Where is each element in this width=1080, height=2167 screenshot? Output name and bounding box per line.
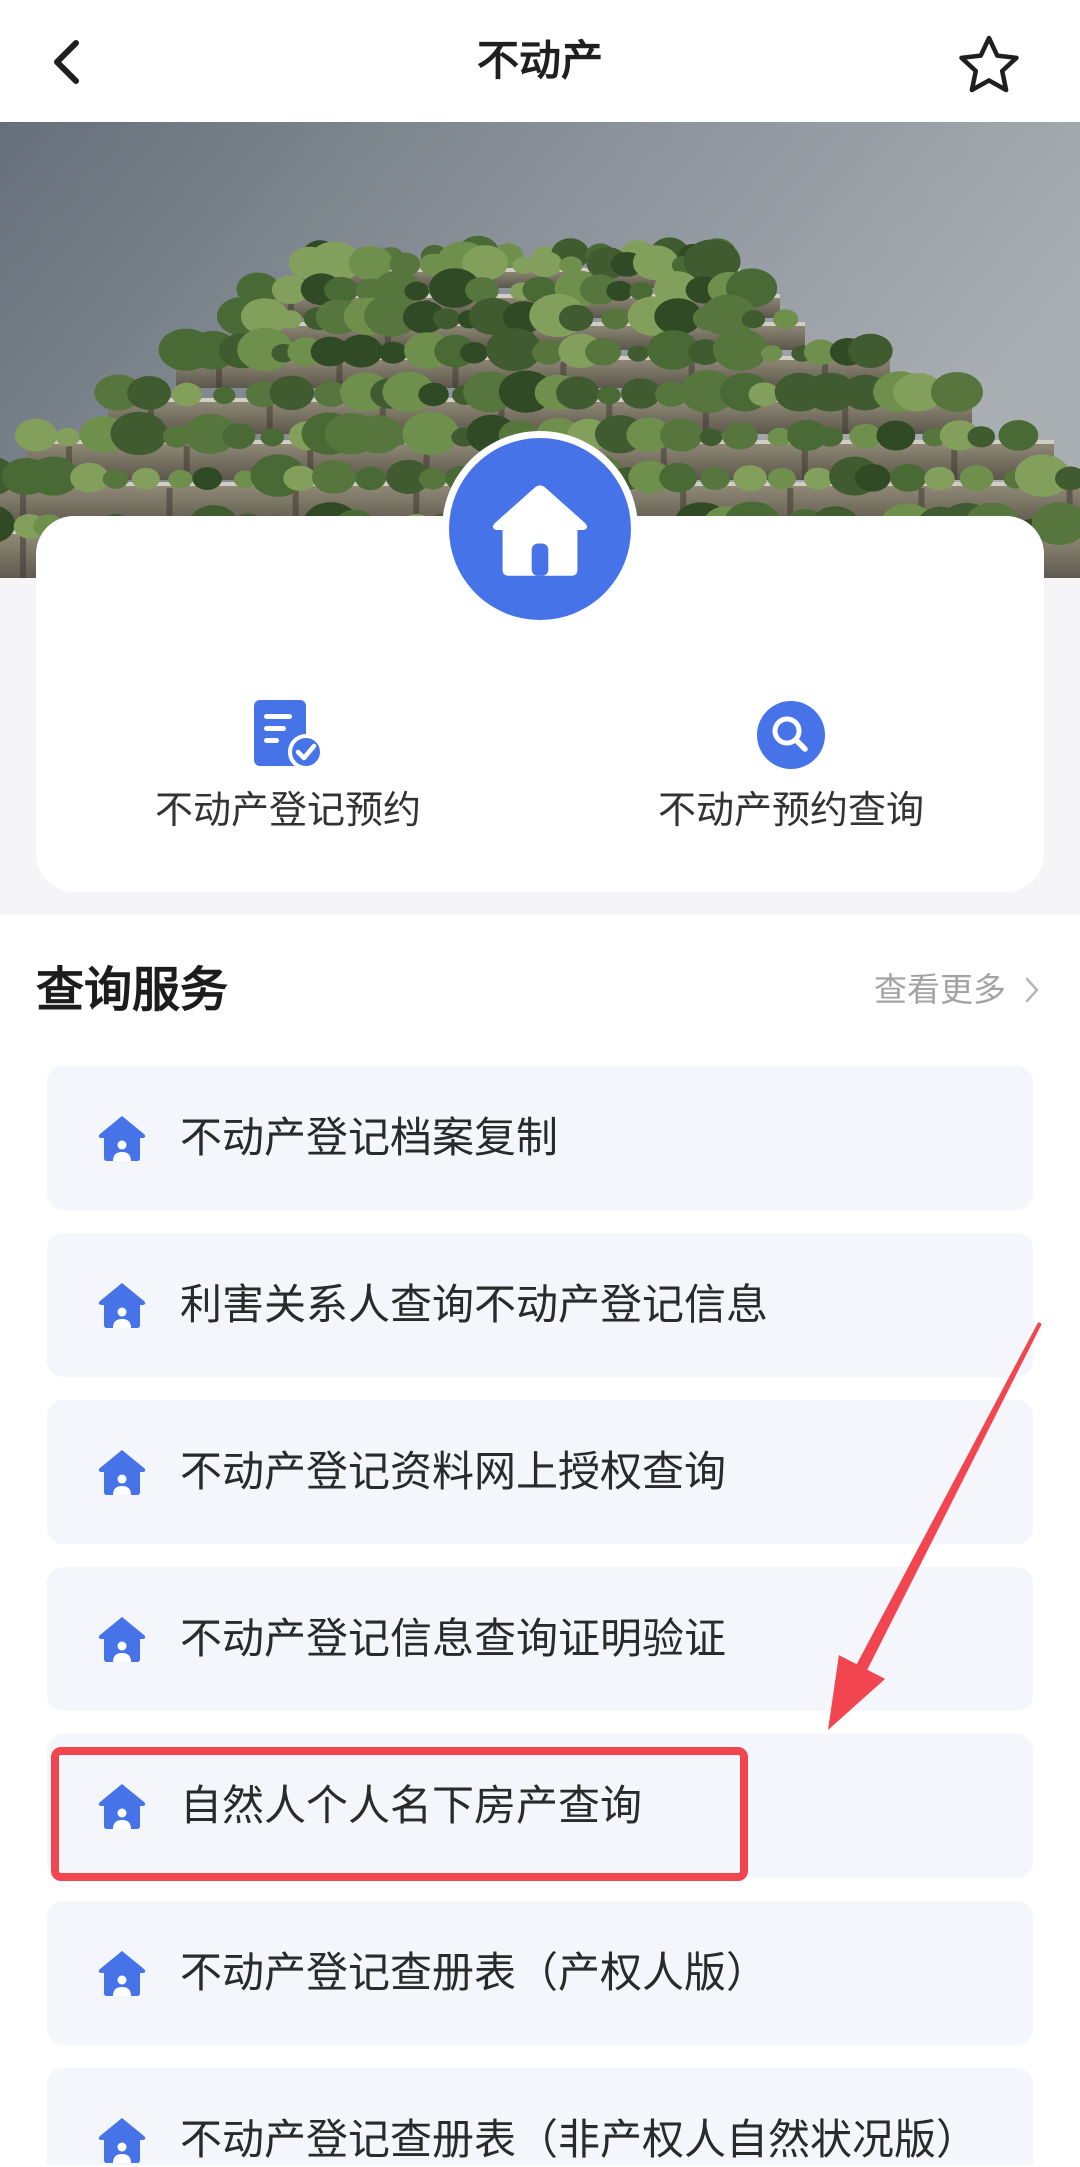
- service-item-label: 不动产登记查册表（非产权人自然状况版）: [180, 2115, 979, 2164]
- greenery: [192, 467, 223, 490]
- greenery: [402, 411, 459, 456]
- registration-appointment-button[interactable]: 不动产登记预约: [78, 686, 498, 856]
- greenery: [432, 308, 461, 330]
- greenery: [418, 382, 449, 407]
- query-services-list: 不动产登记档案复制 利害关系人查询不动产登记信息 不动产登记资料网上授权查询 不…: [47, 1066, 1033, 2167]
- badge-circle: [449, 438, 631, 620]
- chevron-right-icon: [1025, 977, 1039, 1003]
- greenery: [733, 465, 767, 492]
- greenery: [404, 281, 429, 301]
- action-label: 不动产登记预约: [154, 788, 421, 832]
- service-item-label: 不动产登记资料网上授权查询: [180, 1447, 727, 1496]
- service-item-interested-party-query[interactable]: 利害关系人查询不动产登记信息: [47, 1233, 1033, 1377]
- greenery: [621, 378, 661, 409]
- greenery: [269, 375, 315, 411]
- view-more-link[interactable]: 查看更多: [860, 960, 1050, 1020]
- top-nav-bar: 不动产: [0, 0, 1080, 122]
- greenery: [171, 382, 203, 407]
- greenery: [324, 276, 359, 304]
- greenery: [312, 460, 356, 494]
- greenery: [876, 420, 916, 451]
- house-icon: [98, 1283, 146, 1328]
- service-item-certificate-verification[interactable]: 不动产登记信息查询证明验证: [47, 1567, 1033, 1711]
- appointment-query-button[interactable]: 不动产预约查询: [581, 686, 1001, 856]
- greenery: [889, 463, 927, 492]
- greenery: [924, 466, 955, 491]
- greenery: [355, 466, 386, 491]
- back-button[interactable]: [40, 36, 92, 88]
- greenery: [761, 345, 783, 362]
- greenery: [699, 428, 723, 447]
- greenery: [597, 386, 621, 405]
- house-icon: [98, 1617, 146, 1662]
- greenery: [14, 418, 58, 452]
- search-icon: [757, 701, 825, 769]
- terrace-pillar: [20, 536, 26, 578]
- action-label: 不动产预约查询: [657, 788, 924, 832]
- greenery: [959, 465, 994, 492]
- greenery: [558, 304, 594, 332]
- greenery: [967, 426, 996, 448]
- greenery: [70, 462, 109, 493]
- house-icon: [98, 1951, 146, 1996]
- greenery: [606, 280, 633, 302]
- greenery: [378, 341, 408, 364]
- greenery: [213, 386, 236, 405]
- greenery: [817, 427, 843, 447]
- greenery: [741, 310, 766, 329]
- greenery: [260, 428, 285, 447]
- greenery: [418, 468, 447, 490]
- service-item-label: 不动产登记档案复制: [180, 1113, 559, 1162]
- chevron-left-icon: [54, 40, 79, 84]
- service-item-label: 不动产登记信息查询证明验证: [180, 1614, 727, 1663]
- greenery: [278, 310, 303, 329]
- greenery: [722, 422, 758, 450]
- greenery: [283, 465, 317, 491]
- greenery: [767, 467, 796, 490]
- page-title: 不动产: [476, 36, 603, 85]
- greenery: [660, 418, 703, 452]
- greenery: [555, 376, 600, 410]
- star-outline-icon: [959, 35, 1019, 93]
- greenery: [168, 469, 193, 489]
- highlight-box: [51, 1747, 748, 1881]
- greenery: [222, 423, 256, 449]
- section-title: 查询服务: [36, 962, 229, 1018]
- greenery: [528, 251, 563, 278]
- greenery: [847, 333, 893, 369]
- greenery: [460, 342, 489, 364]
- greenery: [585, 338, 622, 366]
- greenery: [930, 371, 983, 413]
- greenery: [712, 328, 768, 371]
- greenery: [700, 467, 730, 491]
- greenery: [803, 467, 833, 490]
- service-item-online-authorization-query[interactable]: 不动产登记资料网上授权查询: [47, 1400, 1033, 1544]
- greenery: [854, 464, 891, 492]
- house-icon: [98, 1116, 146, 1161]
- greenery: [131, 467, 160, 490]
- service-item-archive-copy[interactable]: 不动产登记档案复制: [47, 1066, 1033, 1210]
- greenery: [110, 411, 168, 456]
- greenery: [339, 334, 383, 368]
- greenery: [55, 428, 80, 447]
- greenery: [601, 308, 630, 330]
- view-more-label: 查看更多: [874, 970, 1006, 1009]
- favorite-button[interactable]: [954, 30, 1024, 100]
- house-icon: [98, 2118, 146, 2163]
- greenery: [659, 463, 698, 493]
- house-icon: [492, 485, 588, 576]
- property-badge: [442, 431, 638, 627]
- service-item-register-owner-version[interactable]: 不动产登记查册表（产权人版）: [47, 1901, 1033, 2045]
- greenery: [627, 345, 649, 362]
- greenery: [772, 309, 799, 329]
- service-item-label: 不动产登记查册表（产权人版）: [180, 1948, 769, 1997]
- document-check-icon: [254, 700, 324, 770]
- service-item-label: 利害关系人查询不动产登记信息: [180, 1280, 769, 1329]
- service-item-register-non-owner-version[interactable]: 不动产登记查册表（非产权人自然状况版）: [47, 2068, 1033, 2165]
- greenery: [127, 376, 172, 410]
- greenery: [998, 420, 1039, 451]
- greenery: [102, 469, 129, 489]
- house-icon: [98, 1450, 146, 1495]
- greenery: [748, 382, 780, 407]
